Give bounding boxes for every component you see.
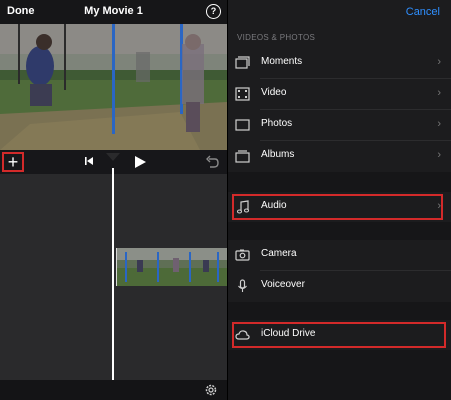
- chevron-right-icon: ›: [437, 87, 441, 99]
- skip-to-start-icon[interactable]: [84, 156, 94, 166]
- undo-icon[interactable]: [205, 155, 219, 169]
- chevron-right-icon: ›: [437, 118, 441, 130]
- picker-item-voiceover[interactable]: Voiceover: [228, 271, 451, 301]
- group-spacer: [228, 302, 451, 320]
- add-media-button[interactable]: +: [5, 151, 21, 173]
- camera-icon: [235, 249, 250, 261]
- timeline-clip[interactable]: [116, 248, 227, 286]
- preview-frame: [0, 24, 227, 150]
- moments-icon: [235, 56, 250, 69]
- microphone-icon: [238, 279, 247, 292]
- picker-item-label: Camera: [261, 248, 297, 259]
- picker-item-moments[interactable]: Moments ›: [228, 48, 451, 78]
- cancel-button[interactable]: Cancel: [406, 6, 440, 18]
- film-icon: [235, 87, 250, 101]
- audio-highlight: [232, 194, 443, 220]
- gear-icon[interactable]: [205, 384, 217, 396]
- playhead-marker: [106, 153, 120, 161]
- project-title: My Movie 1: [84, 5, 143, 17]
- play-icon[interactable]: [133, 155, 147, 169]
- picker-item-label: Photos: [261, 118, 293, 129]
- section-header-videos-photos: VIDEOS & PHOTOS: [237, 33, 316, 42]
- photos-icon: [235, 119, 250, 131]
- video-preview[interactable]: [0, 24, 227, 150]
- picker-item-albums[interactable]: Albums ›: [228, 141, 451, 171]
- picker-item-label: Voiceover: [261, 279, 305, 290]
- chevron-right-icon: ›: [437, 149, 441, 161]
- picker-item-label: Video: [261, 87, 287, 98]
- playhead[interactable]: [112, 168, 114, 380]
- picker-item-video[interactable]: Video ›: [228, 79, 451, 109]
- picker-item-photos[interactable]: Photos ›: [228, 110, 451, 140]
- picker-item-label: Albums: [261, 149, 295, 160]
- icloud-highlight: [232, 322, 446, 348]
- group-spacer: [228, 172, 451, 192]
- clip-thumbnails: [117, 248, 227, 286]
- editor-pane: Done My Movie 1 ? +: [0, 0, 227, 400]
- chevron-right-icon: ›: [437, 56, 441, 68]
- bottom-spacer: [228, 350, 451, 400]
- media-picker-pane: Cancel VIDEOS & PHOTOS Moments › Video ›…: [228, 0, 451, 400]
- picker-item-label: Moments: [261, 56, 303, 67]
- group-spacer: [228, 222, 451, 240]
- picker-item-camera[interactable]: Camera: [228, 240, 451, 270]
- editor-bottom-bar: [0, 380, 227, 400]
- help-icon[interactable]: ?: [206, 4, 221, 19]
- albums-icon: [235, 150, 250, 163]
